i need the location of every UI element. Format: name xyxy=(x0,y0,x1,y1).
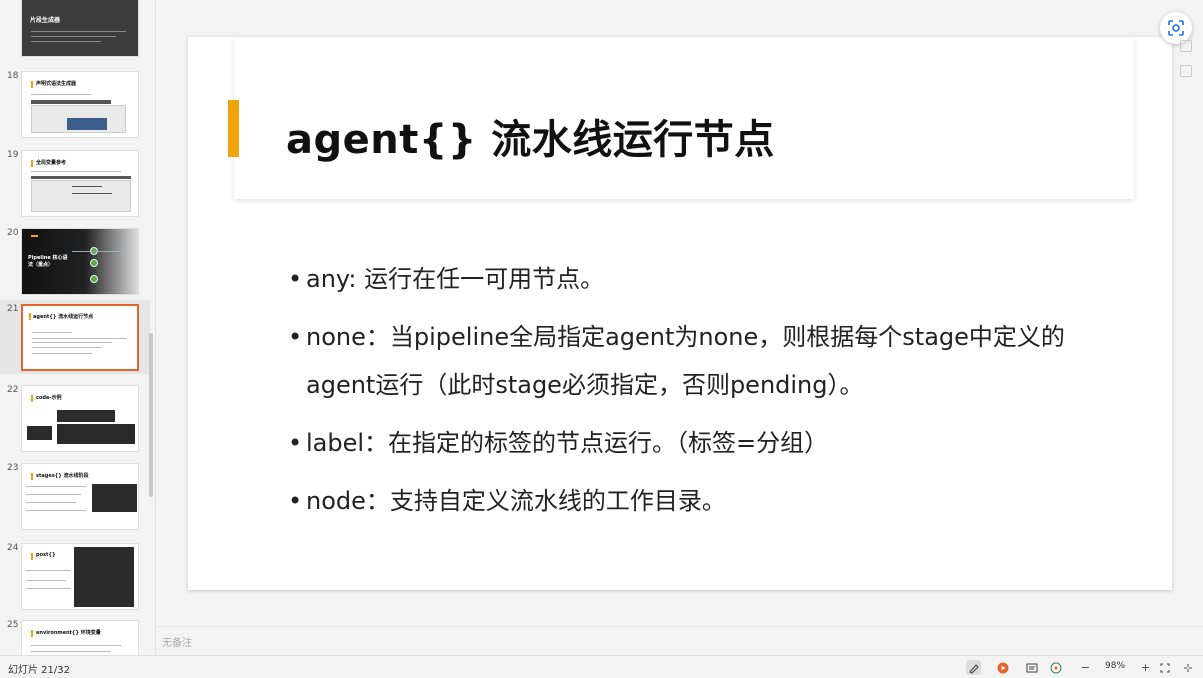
bullet-item: any: 运行在任一可用节点。 xyxy=(288,255,1108,303)
slide-thumbnail[interactable]: code-示例 xyxy=(21,385,139,452)
slide-thumbnail[interactable]: 片段生成器 xyxy=(21,0,139,57)
slide-thumbnail[interactable]: agent{} 流水线运行节点 xyxy=(21,304,139,371)
thumbnail-scrollbar[interactable] xyxy=(149,333,153,497)
slide-counter: 幻灯片 21/32 xyxy=(8,665,70,676)
notes-icon[interactable] xyxy=(1024,660,1039,675)
slide-number: 20 xyxy=(7,228,19,238)
slide-number: 23 xyxy=(7,463,19,473)
thumbnail-row[interactable]: 20 Pipeline 核心语法（重点） xyxy=(0,224,150,298)
thumbnail-title: 声明式语法生成器 xyxy=(36,81,77,87)
thumbnail-title: post{} xyxy=(36,552,56,558)
notes-pane[interactable]: 无备注 xyxy=(157,626,1203,655)
thumbnail-title: agent{} 流水线运行节点 xyxy=(33,314,94,320)
annotate-icon[interactable] xyxy=(966,660,981,675)
bullet-item: none：当pipeline全局指定agent为none，则根据每个stage中… xyxy=(288,313,1108,409)
zoom-level[interactable]: 98% xyxy=(1105,661,1125,671)
thumbnail-title: stages{} 流水线阶段 xyxy=(36,473,89,479)
slide-thumbnail[interactable]: environment{} 环境变量 xyxy=(21,620,139,655)
fullscreen-icon[interactable] xyxy=(1180,660,1195,675)
thumbnail-row[interactable]: 18 声明式语法生成器 xyxy=(0,67,150,141)
notes-placeholder: 无备注 xyxy=(162,638,192,649)
thumbnail-row[interactable]: 23 stages{} 流水线阶段 xyxy=(0,459,150,533)
bullet-list: any: 运行在任一可用节点。 none：当pipeline全局指定agent为… xyxy=(288,255,1108,535)
thumbnail-title: Pipeline 核心语法（重点） xyxy=(28,255,68,268)
slide-title: agent{} 流水线运行节点 xyxy=(286,117,775,163)
thumbnail-title: code-示例 xyxy=(36,395,62,401)
bullet-item: label：在指定的标签的节点运行。（标签=分组） xyxy=(288,419,1108,467)
slide-thumbnail-panel[interactable]: 片段生成器 18 声明式语法生成器 19 全局变量参考 20 Pipeline … xyxy=(0,0,156,655)
slide-number: 18 xyxy=(7,71,19,81)
thumbnail-title: 片段生成器 xyxy=(30,17,61,24)
screenshot-icon xyxy=(1168,20,1184,36)
thumbnail-row[interactable]: 片段生成器 xyxy=(0,0,150,60)
fit-icon[interactable] xyxy=(1157,660,1172,675)
slide-canvas[interactable]: agent{} 流水线运行节点 any: 运行在任一可用节点。 none：当pi… xyxy=(188,37,1172,590)
thumbnail-row[interactable]: 25 environment{} 环境变量 xyxy=(0,616,150,655)
slide-number: 22 xyxy=(7,385,19,395)
slide-thumbnail[interactable]: 全局变量参考 xyxy=(21,150,139,217)
slide-number: 25 xyxy=(7,620,19,630)
slide-thumbnail[interactable]: 声明式语法生成器 xyxy=(21,71,139,138)
slide-number: 24 xyxy=(7,543,19,553)
zoom-out-icon[interactable]: − xyxy=(1078,660,1093,675)
slide-thumbnail[interactable]: Pipeline 核心语法（重点） xyxy=(21,228,139,295)
zoom-in-icon[interactable]: + xyxy=(1138,660,1153,675)
thumbnail-row-selected[interactable]: 21 agent{} 流水线运行节点 xyxy=(0,300,150,374)
thumbnail-row[interactable]: 19 全局变量参考 xyxy=(0,146,150,220)
slide-thumbnail[interactable]: post{} xyxy=(21,543,139,610)
bullet-item: node：支持自定义流水线的工作目录。 xyxy=(288,477,1108,525)
title-accent-bar xyxy=(228,100,239,157)
slide-number: 21 xyxy=(7,304,19,314)
thumbnail-row[interactable]: 22 code-示例 xyxy=(0,381,150,455)
thumbnail-row[interactable]: 24 post{} xyxy=(0,539,150,613)
slide-thumbnail[interactable]: stages{} 流水线阶段 xyxy=(21,463,139,530)
comment-icon[interactable] xyxy=(1048,660,1063,675)
thumbnail-title: environment{} 环境变量 xyxy=(36,630,101,636)
slide-number: 19 xyxy=(7,150,19,160)
status-bar: 幻灯片 21/32 − 98% + xyxy=(0,655,1203,678)
panel-icon[interactable] xyxy=(1180,40,1192,52)
settings-icon[interactable] xyxy=(1180,65,1192,77)
thumbnail-title: 全局变量参考 xyxy=(36,160,67,166)
play-icon[interactable] xyxy=(995,660,1010,675)
